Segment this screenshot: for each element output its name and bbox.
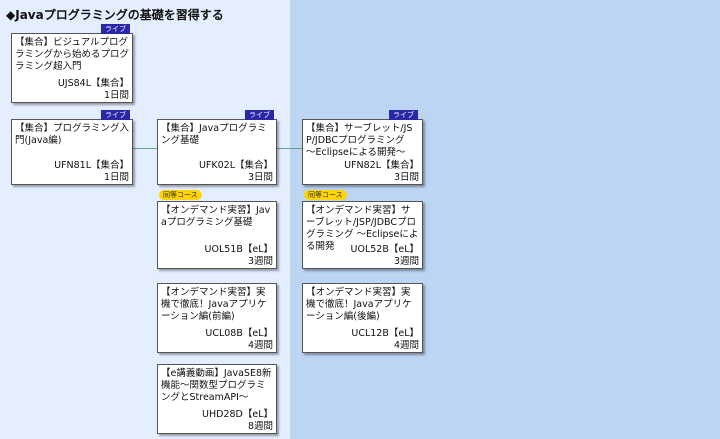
course-code: UOL52B【eL】 xyxy=(350,244,419,255)
live-badge: ライブ xyxy=(101,110,130,120)
course-duration: 3週間 xyxy=(247,256,273,267)
equivalent-course-badge: 同等コース xyxy=(304,190,347,200)
course-card[interactable]: 【オンデマンド実習】サーブレット/JSP/JDBCプログラミング ～Eclips… xyxy=(302,201,423,269)
course-map: ◆Javaプログラミングの基礎を習得する 【集合】ビジュアルプログラミングから始… xyxy=(0,0,720,439)
course-code: UJS84L【集合】 xyxy=(57,78,129,89)
live-badge: ライブ xyxy=(245,110,274,120)
course-card[interactable]: 【集合】Javaプログラミング基礎 UFK02L【集合】 3日間 xyxy=(157,119,277,185)
course-duration: 4週間 xyxy=(247,340,273,351)
course-title: 【集合】ビジュアルプログラミングから始めるプログラミング超入門 xyxy=(15,37,130,72)
course-duration: 1日間 xyxy=(103,172,129,183)
course-title: 【オンデマンド実習】実機で徹底！Javaアプリケーション編(後編) xyxy=(306,287,412,322)
course-duration: 1日間 xyxy=(103,90,129,101)
course-title: 【オンデマンド実習】Javaプログラミング基礎 xyxy=(161,205,271,228)
connector-line xyxy=(277,148,302,149)
course-title: 【集合】プログラミング入門(Java編) xyxy=(15,123,130,146)
course-code: UFK02L【集合】 xyxy=(198,160,273,171)
live-badge: ライブ xyxy=(101,24,130,34)
course-code: UFN81L【集合】 xyxy=(54,160,129,171)
connector-line xyxy=(133,148,157,149)
course-card[interactable]: 【集合】サーブレット/JSP/JDBCプログラミング ～Eclipseによる開発… xyxy=(302,119,423,185)
course-card[interactable]: 【集合】プログラミング入門(Java編) UFN81L【集合】 1日間 xyxy=(11,119,133,185)
course-card[interactable]: 【集合】ビジュアルプログラミングから始めるプログラミング超入門 UJS84L【集… xyxy=(11,33,133,103)
course-card[interactable]: 【e講義動画】JavaSE8新機能～関数型プログラミングとStreamAPI～ … xyxy=(157,364,277,434)
equivalent-course-badge: 同等コース xyxy=(159,190,202,200)
page-title: ◆Javaプログラミングの基礎を習得する xyxy=(6,8,224,22)
course-code: UHD28D【eL】 xyxy=(202,409,273,420)
course-title: 【集合】サーブレット/JSP/JDBCプログラミング ～Eclipseによる開発… xyxy=(306,123,415,158)
course-code: UFN82L【集合】 xyxy=(344,160,419,171)
course-code: UCL08B【eL】 xyxy=(205,328,273,339)
course-duration: 3日間 xyxy=(393,172,419,183)
course-card[interactable]: 【オンデマンド実習】実機で徹底！Javaアプリケーション編(前編) UCL08B… xyxy=(157,283,277,353)
course-code: UCL12B【eL】 xyxy=(351,328,419,339)
course-duration: 3週間 xyxy=(393,256,419,267)
course-code: UOL51B【eL】 xyxy=(204,244,273,255)
course-card[interactable]: 【オンデマンド実習】実機で徹底！Javaアプリケーション編(後編) UCL12B… xyxy=(302,283,423,353)
live-badge: ライブ xyxy=(389,110,418,120)
course-card[interactable]: 【オンデマンド実習】Javaプログラミング基礎 UOL51B【eL】 3週間 xyxy=(157,201,277,269)
course-duration: 3日間 xyxy=(247,172,273,183)
course-duration: 4週間 xyxy=(393,340,419,351)
course-duration: 8週間 xyxy=(247,421,273,432)
course-title: 【オンデマンド実習】実機で徹底！Javaアプリケーション編(前編) xyxy=(161,287,267,322)
course-title: 【e講義動画】JavaSE8新機能～関数型プログラミングとStreamAPI～ xyxy=(161,368,272,403)
course-title: 【集合】Javaプログラミング基礎 xyxy=(161,123,267,146)
